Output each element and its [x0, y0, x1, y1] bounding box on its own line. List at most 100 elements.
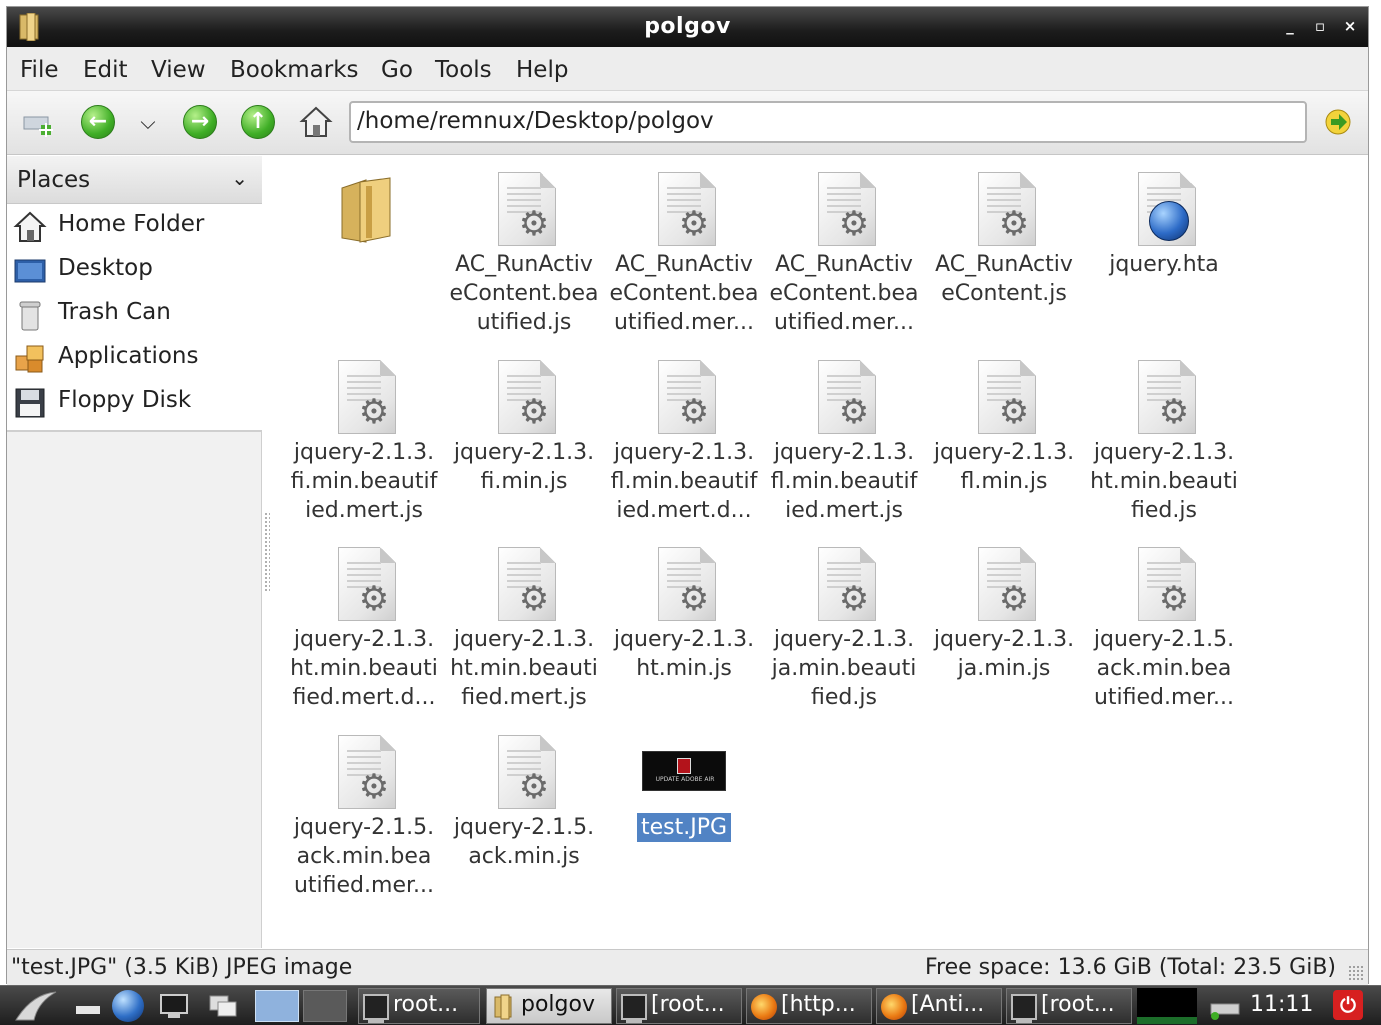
task-polgov[interactable]: polgov	[486, 988, 612, 1024]
terminal-launcher-icon[interactable]	[158, 990, 190, 1022]
pane-splitter[interactable]	[264, 512, 270, 592]
file-item[interactable]: ⚙ jquery-2.1.3. ht.min.beauti fied.mert.…	[284, 543, 444, 712]
forward-icon[interactable]: →	[183, 105, 217, 139]
file-item[interactable]: ⚙ jquery-2.1.3. ht.min.beauti fied.mert.…	[444, 543, 604, 712]
file-item[interactable]: ⚙ jquery-2.1.3. ja.min.beauti fied.js	[764, 543, 924, 712]
file-view: ⚙ AC_RunActiv eContent.bea utified.js ⚙ …	[272, 156, 1368, 948]
taskbar: root... polgov [root... [http... [Anti..…	[0, 985, 1381, 1025]
firefox-icon	[751, 994, 777, 1020]
menu-tools[interactable]: Tools	[435, 57, 492, 83]
file-item[interactable]: ⚙ jquery-2.1.3. ht.min.js	[604, 543, 764, 683]
back-icon[interactable]: ←	[81, 105, 115, 139]
workspace-1[interactable]	[255, 990, 299, 1022]
minimize-button[interactable]: _	[1279, 15, 1301, 37]
task-terminal-2[interactable]: [root...	[616, 988, 742, 1024]
sidebar-item-home-folder[interactable]: Home Folder	[7, 204, 262, 248]
menu-edit[interactable]: Edit	[83, 57, 128, 83]
script-file-icon: ⚙	[1138, 360, 1196, 434]
file-item[interactable]: ⚙ jquery-2.1.5. ack.min.js	[444, 731, 604, 871]
sidebar-item-label: Home Folder	[58, 211, 205, 237]
script-file-icon: ⚙	[498, 735, 556, 809]
sidebar-item-label: Applications	[58, 343, 199, 369]
network-icon[interactable]	[1205, 990, 1245, 1022]
script-file-icon: ⚙	[498, 547, 556, 621]
script-file-icon: ⚙	[978, 172, 1036, 246]
file-item[interactable]: ⚙ jquery-2.1.3. ht.min.beauti fied.js	[1084, 356, 1244, 525]
task-terminal-1[interactable]: root...	[358, 988, 480, 1024]
file-name: jquery-2.1.3. ht.min.beauti fied.mert.js	[450, 627, 598, 710]
hta-file-icon	[1138, 172, 1196, 246]
file-item[interactable]: ⚙ jquery-2.1.3. ja.min.js	[924, 543, 1084, 683]
file-item[interactable]: ⚙ jquery-2.1.3. fi.min.js	[444, 356, 604, 496]
file-item[interactable]: ⚙ jquery-2.1.3. fl.min.js	[924, 356, 1084, 496]
show-desktop-icon[interactable]	[72, 990, 104, 1022]
up-icon[interactable]: ↑	[241, 105, 275, 139]
applications-icon	[15, 345, 44, 373]
task-terminal-3[interactable]: [root...	[1006, 988, 1132, 1024]
task-label: polgov	[521, 992, 595, 1017]
file-name: jquery-2.1.3. fi.min.js	[453, 440, 595, 494]
file-name: jquery-2.1.3. fi.min.beautif ied.mert.js	[290, 440, 438, 523]
menu-go[interactable]: Go	[381, 57, 413, 83]
file-name: AC_RunActiv eContent.bea utified.js	[449, 252, 599, 335]
new-tab-icon[interactable]	[21, 105, 55, 139]
window-title: polgov	[644, 14, 731, 39]
file-item-jquery-hta[interactable]: jquery.hta	[1084, 168, 1244, 279]
globe-icon	[1149, 201, 1189, 241]
selection-info: "test.JPG" (3.5 KiB) JPEG image	[11, 955, 353, 980]
cpu-monitor	[1137, 988, 1197, 1024]
places-dropdown[interactable]: Places ⌄	[7, 156, 262, 204]
sidebar-item-applications[interactable]: Applications	[7, 336, 262, 380]
file-item[interactable]: ⚙ AC_RunActiv eContent.bea utified.js	[444, 168, 604, 337]
script-file-icon: ⚙	[338, 735, 396, 809]
restore-button[interactable]: ▫	[1309, 15, 1331, 37]
file-item[interactable]: ⚙ AC_RunActiv eContent.js	[924, 168, 1084, 308]
start-menu-icon[interactable]	[14, 990, 58, 1022]
workspace-2[interactable]	[303, 990, 347, 1022]
go-icon[interactable]	[1321, 105, 1355, 139]
close-button[interactable]: ×	[1339, 15, 1361, 37]
power-icon[interactable]: ⏻	[1333, 990, 1363, 1020]
file-item[interactable]: ⚙ jquery-2.1.5. ack.min.bea utified.mer.…	[284, 731, 444, 900]
toolbar: ← ⌵ → ↑ /home/remnux/Desktop/polgov	[7, 91, 1368, 155]
menu-view[interactable]: View	[151, 57, 206, 83]
places-list: Home Folder Desktop Trash Can Applicatio…	[7, 204, 262, 432]
file-name: jquery-2.1.3. ht.min.js	[613, 627, 755, 681]
file-item[interactable]: ⚙ jquery-2.1.3. fl.min.beautif ied.mert.…	[604, 356, 764, 525]
home-icon[interactable]	[299, 105, 333, 139]
window-switcher-icon[interactable]	[206, 990, 238, 1022]
sidebar-item-label: Trash Can	[58, 299, 171, 325]
file-item[interactable]: ⚙ AC_RunActiv eContent.bea utified.mer..…	[764, 168, 924, 337]
script-file-icon: ⚙	[818, 172, 876, 246]
file-item[interactable]: ⚙ jquery-2.1.3. fl.min.beautif ied.mert.…	[764, 356, 924, 525]
file-name: jquery-2.1.3. fl.min.js	[933, 440, 1075, 494]
task-firefox-2[interactable]: [Anti...	[876, 988, 1002, 1024]
file-item-test-jpg[interactable]: UPDATE ADOBE AIR test.JPG	[604, 731, 764, 842]
file-item[interactable]: ⚙ AC_RunActiv eContent.bea utified.mer..…	[604, 168, 764, 337]
folder-icon	[494, 994, 512, 1020]
file-item[interactable]: ⚙ jquery-2.1.5. ack.min.bea utified.mer.…	[1084, 543, 1244, 712]
sidebar-item-desktop[interactable]: Desktop	[7, 248, 262, 292]
file-name: AC_RunActiv eContent.bea utified.mer...	[609, 252, 759, 335]
browser-launcher-icon[interactable]	[112, 990, 144, 1022]
sidebar-item-floppy-disk[interactable]: Floppy Disk	[7, 380, 262, 424]
title-bar[interactable]: polgov _ ▫ ×	[7, 7, 1368, 47]
task-firefox-1[interactable]: [http...	[746, 988, 872, 1024]
chevron-down-icon[interactable]: ⌄	[231, 166, 248, 190]
adobe-logo-icon	[677, 758, 691, 774]
menu-file[interactable]: File	[20, 57, 59, 83]
task-label: root...	[393, 992, 459, 1017]
file-name: AC_RunActiv eContent.bea utified.mer...	[769, 252, 919, 335]
sidebar-item-trash-can[interactable]: Trash Can	[7, 292, 262, 336]
file-name: jquery-2.1.5. ack.min.js	[453, 815, 595, 869]
file-item[interactable]: ⚙ jquery-2.1.3. fi.min.beautif ied.mert.…	[284, 356, 444, 525]
address-bar[interactable]: /home/remnux/Desktop/polgov	[349, 101, 1307, 143]
menu-help[interactable]: Help	[516, 57, 568, 83]
resize-grip[interactable]	[1348, 965, 1364, 981]
file-item-binaries[interactable]	[284, 168, 444, 250]
clock[interactable]: 11:11	[1250, 992, 1313, 1017]
script-file-icon: ⚙	[338, 547, 396, 621]
file-name: jquery.hta	[1109, 252, 1219, 277]
history-dropdown-icon[interactable]: ⌵	[131, 105, 165, 139]
menu-bookmarks[interactable]: Bookmarks	[230, 57, 359, 83]
